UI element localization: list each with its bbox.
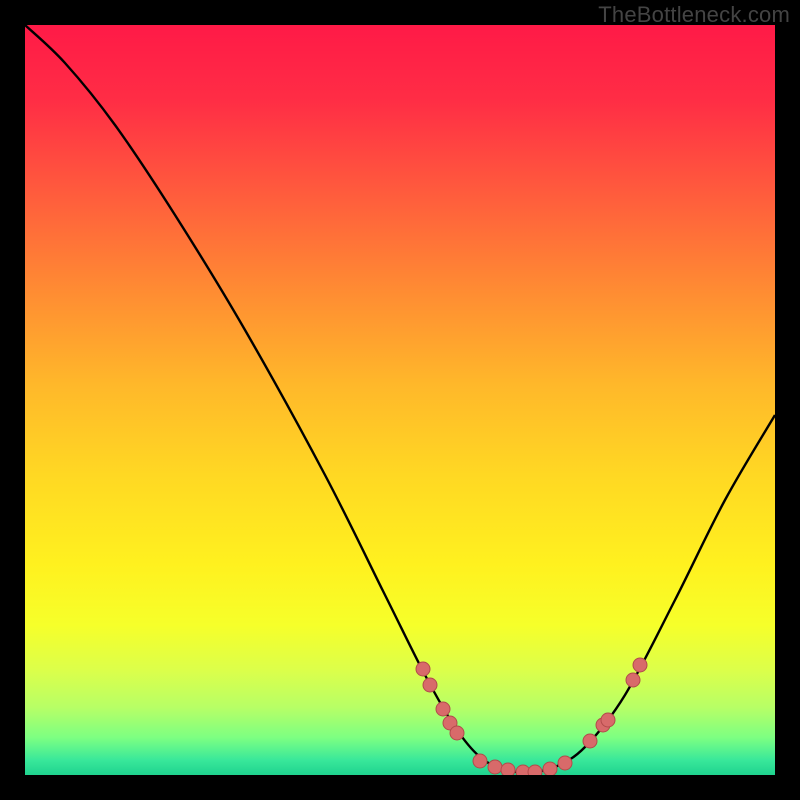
bottleneck-curve (25, 25, 775, 772)
plot-area (25, 25, 775, 775)
chart-svg (25, 25, 775, 775)
data-point (416, 662, 430, 676)
data-point (501, 763, 515, 775)
data-point (528, 765, 542, 775)
data-point (633, 658, 647, 672)
data-point (626, 673, 640, 687)
data-point (473, 754, 487, 768)
data-point (583, 734, 597, 748)
data-point (450, 726, 464, 740)
data-point (601, 713, 615, 727)
data-point (543, 762, 557, 775)
data-points (416, 658, 647, 775)
data-point (436, 702, 450, 716)
data-point (488, 760, 502, 774)
data-point (423, 678, 437, 692)
watermark-text: TheBottleneck.com (598, 2, 790, 28)
data-point (558, 756, 572, 770)
